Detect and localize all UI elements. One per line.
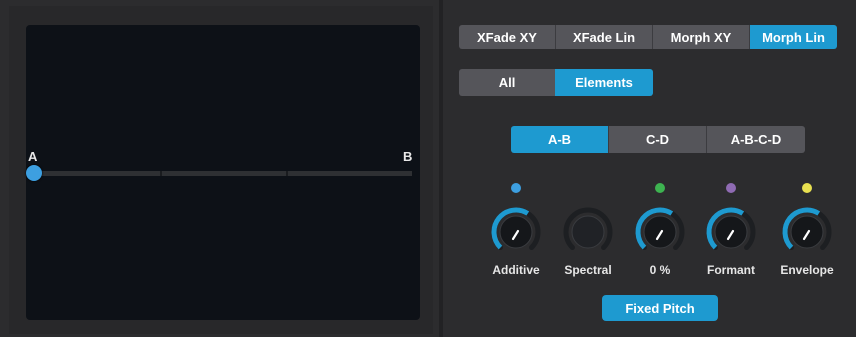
panel-divider xyxy=(439,0,443,337)
morph-panel: A B XFade XY XFade Lin Morph XY Morph Li… xyxy=(0,0,856,337)
knob-dial[interactable] xyxy=(484,200,548,264)
knob-5[interactable]: Envelope xyxy=(775,180,839,280)
morph-xy-button[interactable]: Morph XY xyxy=(652,25,749,49)
morph-track[interactable] xyxy=(34,171,412,176)
fixed-pitch-button[interactable]: Fixed Pitch xyxy=(602,295,718,321)
knob-dial[interactable] xyxy=(775,200,839,264)
pair-c-d-button[interactable]: C-D xyxy=(608,126,706,153)
xfade-lin-button[interactable]: XFade Lin xyxy=(555,25,652,49)
track-divider xyxy=(286,171,288,176)
knob-label: Spectral xyxy=(564,263,612,277)
knob-color-indicator xyxy=(726,183,736,193)
point-a-label: A xyxy=(28,149,38,164)
elements-button[interactable]: Elements xyxy=(555,69,653,96)
knob-body xyxy=(790,215,824,249)
morph-lin-button[interactable]: Morph Lin xyxy=(749,25,837,49)
blend-mode-selector: XFade XY XFade Lin Morph XY Morph Lin xyxy=(459,25,837,49)
knob-body xyxy=(643,215,677,249)
knob-label: Additive xyxy=(492,263,540,277)
all-button[interactable]: All xyxy=(459,69,555,96)
knob-body xyxy=(714,215,748,249)
knob-label: 0 % xyxy=(649,263,671,277)
morph-handle[interactable] xyxy=(26,165,42,181)
knob-color-indicator xyxy=(802,183,812,193)
knob-color-indicator xyxy=(511,183,521,193)
knob-3[interactable]: 0 % xyxy=(628,180,692,280)
knob-label: Formant xyxy=(707,263,755,277)
pair-a-b-button[interactable]: A-B xyxy=(511,126,608,153)
knob-4[interactable]: Formant xyxy=(699,180,763,280)
knob-body xyxy=(499,215,533,249)
point-b-label: B xyxy=(403,149,413,164)
track-divider xyxy=(160,171,162,176)
knob-label: Envelope xyxy=(780,263,834,277)
knob-2[interactable]: Spectral xyxy=(556,180,620,280)
knob-dial[interactable] xyxy=(556,200,620,264)
knob-dial[interactable] xyxy=(699,200,763,264)
knob-color-indicator xyxy=(655,183,665,193)
knob-body xyxy=(571,215,605,249)
xy-pad[interactable]: A B xyxy=(26,25,420,320)
xfade-xy-button[interactable]: XFade XY xyxy=(459,25,555,49)
xy-pad-panel: A B xyxy=(9,6,433,334)
pair-a-b-c-d-button[interactable]: A-B-C-D xyxy=(706,126,805,153)
pair-selector: A-B C-D A-B-C-D xyxy=(511,126,805,153)
scope-selector: All Elements xyxy=(459,69,653,96)
knob-1[interactable]: Additive xyxy=(484,180,548,280)
knob-dial[interactable] xyxy=(628,200,692,264)
